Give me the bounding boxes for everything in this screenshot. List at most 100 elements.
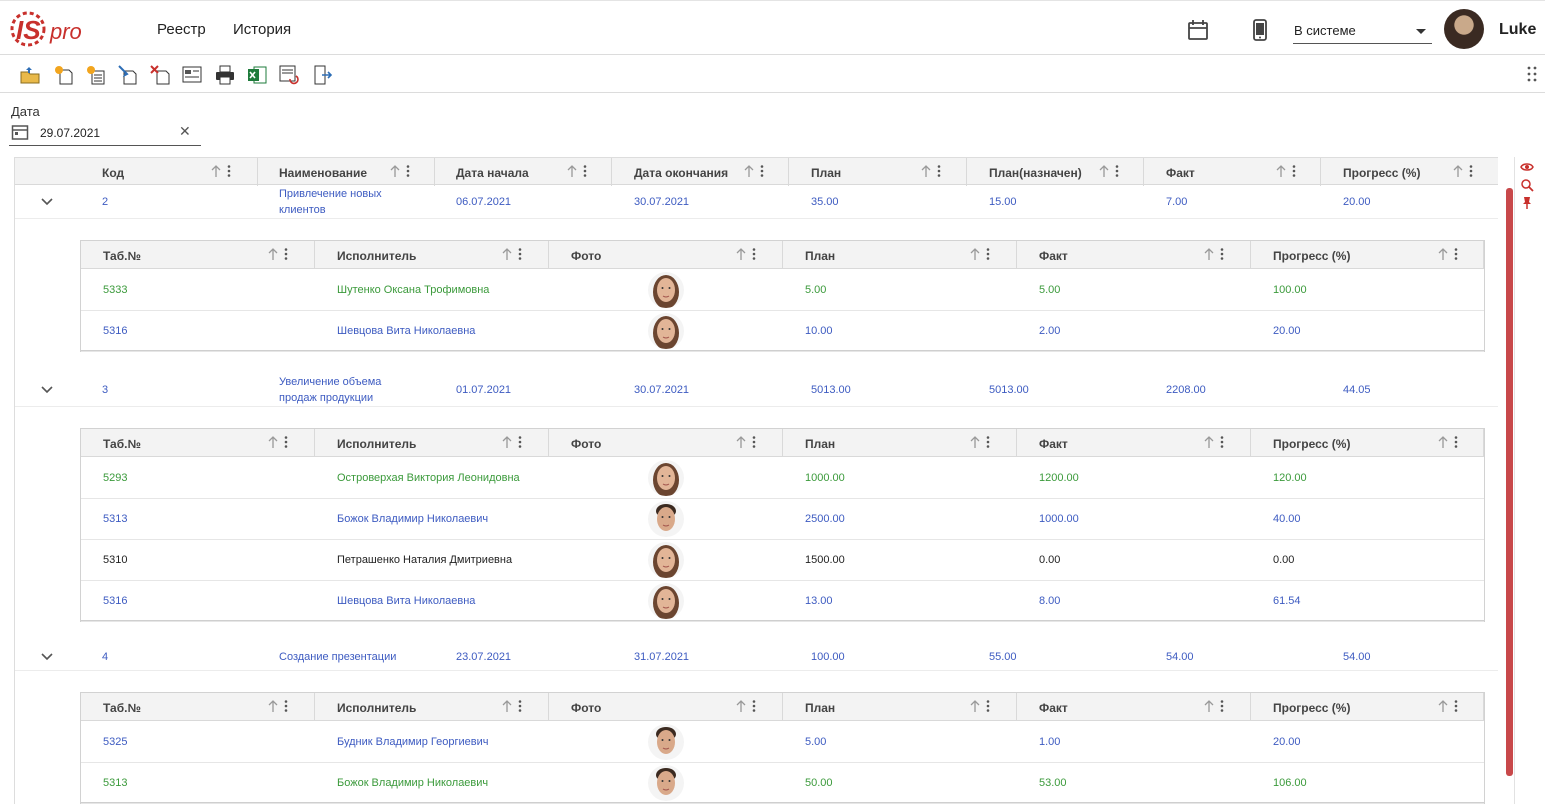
user-name[interactable]: Luke bbox=[1499, 21, 1536, 39]
column-menu-icon[interactable] bbox=[518, 700, 522, 712]
column-menu-icon[interactable] bbox=[1115, 165, 1119, 177]
performer-name[interactable]: Божок Владимир Николаевич bbox=[337, 777, 488, 789]
sort-arrow-icon[interactable] bbox=[267, 699, 279, 713]
calendar-icon[interactable] bbox=[1186, 18, 1210, 42]
eye-icon[interactable] bbox=[1520, 160, 1534, 174]
performer-row[interactable]: 5293 Островерхая Виктория Леонидовна 1000.… bbox=[81, 458, 1484, 499]
sort-arrow-icon[interactable] bbox=[210, 164, 222, 178]
sort-arrow-icon[interactable] bbox=[743, 164, 755, 178]
column-header[interactable]: Фото bbox=[549, 693, 783, 721]
column-header[interactable]: Исполнитель bbox=[315, 241, 549, 269]
more-options-icon[interactable] bbox=[1527, 66, 1537, 82]
performer-name[interactable]: Шутенко Оксана Трофимовна bbox=[337, 284, 489, 296]
column-menu-icon[interactable] bbox=[752, 248, 756, 260]
performer-tab[interactable]: 5310 bbox=[103, 554, 127, 566]
vertical-scrollbar[interactable] bbox=[1506, 188, 1513, 776]
print-icon[interactable] bbox=[214, 64, 236, 86]
performer-tab[interactable]: 5293 bbox=[103, 472, 127, 484]
column-menu-icon[interactable] bbox=[1454, 248, 1458, 260]
performer-name[interactable]: Петрашенко Наталия Дмитриевна bbox=[337, 554, 512, 566]
column-menu-icon[interactable] bbox=[227, 165, 231, 177]
mobile-phone-icon[interactable] bbox=[1248, 18, 1272, 42]
report-icon[interactable] bbox=[181, 64, 203, 86]
sort-arrow-icon[interactable] bbox=[1098, 164, 1110, 178]
column-menu-icon[interactable] bbox=[986, 700, 990, 712]
column-menu-icon[interactable] bbox=[1220, 248, 1224, 260]
column-menu-icon[interactable] bbox=[752, 700, 756, 712]
performer-tab[interactable]: 5333 bbox=[103, 284, 127, 296]
column-header[interactable]: Таб.№ bbox=[81, 429, 315, 457]
task-row[interactable]: 4 Создание презентации 23.07.2021 31.07.202… bbox=[15, 642, 1498, 671]
column-header[interactable]: Исполнитель bbox=[315, 429, 549, 457]
column-header[interactable]: Таб.№ bbox=[81, 693, 315, 721]
edit-icon[interactable] bbox=[117, 64, 139, 86]
performer-tab[interactable]: 5313 bbox=[103, 777, 127, 789]
column-menu-icon[interactable] bbox=[406, 165, 410, 177]
excel-icon[interactable] bbox=[246, 64, 268, 86]
chevron-down-icon[interactable] bbox=[41, 652, 53, 661]
column-header[interactable]: Факт bbox=[1017, 693, 1251, 721]
column-header[interactable]: Факт bbox=[1144, 158, 1321, 186]
column-menu-icon[interactable] bbox=[752, 436, 756, 448]
sort-arrow-icon[interactable] bbox=[1275, 164, 1287, 178]
task-name[interactable]: Создание презентации bbox=[279, 649, 396, 665]
column-header[interactable]: Дата окончания bbox=[612, 158, 789, 186]
column-menu-icon[interactable] bbox=[1469, 165, 1473, 177]
export-icon[interactable] bbox=[278, 64, 300, 86]
task-row[interactable]: 3 Увеличение объема продаж продукции 01.07.… bbox=[15, 373, 1498, 407]
column-menu-icon[interactable] bbox=[986, 248, 990, 260]
sort-arrow-icon[interactable] bbox=[735, 435, 747, 449]
chevron-down-icon[interactable] bbox=[41, 198, 53, 206]
column-menu-icon[interactable] bbox=[1220, 700, 1224, 712]
performer-row[interactable]: 5316 Шевцова Вита Николаевна 10.00 2.00 20.0… bbox=[81, 311, 1484, 352]
column-header[interactable]: Прогресс (%) bbox=[1251, 693, 1484, 721]
new-document-icon[interactable] bbox=[53, 64, 75, 86]
column-menu-icon[interactable] bbox=[760, 165, 764, 177]
sort-arrow-icon[interactable] bbox=[267, 247, 279, 261]
sort-arrow-icon[interactable] bbox=[1203, 699, 1215, 713]
column-header[interactable]: Прогресс (%) bbox=[1251, 241, 1484, 269]
column-header[interactable]: План bbox=[783, 241, 1017, 269]
column-menu-icon[interactable] bbox=[1220, 436, 1224, 448]
column-menu-icon[interactable] bbox=[1292, 165, 1296, 177]
clear-date-icon[interactable]: ✕ bbox=[179, 123, 191, 140]
open-folder-icon[interactable] bbox=[19, 64, 41, 86]
performer-tab[interactable]: 5316 bbox=[103, 595, 127, 607]
column-header[interactable]: Таб.№ bbox=[81, 241, 315, 269]
sort-arrow-icon[interactable] bbox=[1203, 247, 1215, 261]
nav-history[interactable]: История bbox=[233, 21, 291, 38]
column-header[interactable]: План(назначен) bbox=[967, 158, 1144, 186]
column-header[interactable]: Прогресс (%) bbox=[1251, 429, 1484, 457]
sort-arrow-icon[interactable] bbox=[1437, 435, 1449, 449]
column-menu-icon[interactable] bbox=[1454, 700, 1458, 712]
task-code[interactable]: 3 bbox=[102, 382, 108, 398]
sort-arrow-icon[interactable] bbox=[969, 247, 981, 261]
performer-name[interactable]: Божок Владимир Николаевич bbox=[337, 513, 488, 525]
sort-arrow-icon[interactable] bbox=[1437, 699, 1449, 713]
ispro-logo[interactable]: IS pro bbox=[10, 6, 90, 52]
performer-row[interactable]: 5310 Петрашенко Наталия Дмитриевна 1500.00… bbox=[81, 540, 1484, 581]
avatar[interactable] bbox=[1444, 9, 1484, 49]
task-row[interactable]: 2 Привлечение новых клиентов 06.07.2021 30.0… bbox=[15, 185, 1498, 219]
column-menu-icon[interactable] bbox=[986, 436, 990, 448]
column-header[interactable]: Фото bbox=[549, 241, 783, 269]
delete-icon[interactable] bbox=[149, 64, 171, 86]
date-filter-field[interactable]: 29.07.2021 ✕ bbox=[9, 121, 201, 146]
column-menu-icon[interactable] bbox=[1454, 436, 1458, 448]
task-code[interactable]: 4 bbox=[102, 649, 108, 665]
performer-tab[interactable]: 5325 bbox=[103, 736, 127, 748]
nav-registry[interactable]: Реестр bbox=[157, 21, 206, 38]
new-list-icon[interactable] bbox=[85, 64, 107, 86]
sort-arrow-icon[interactable] bbox=[969, 435, 981, 449]
column-menu-icon[interactable] bbox=[284, 700, 288, 712]
performer-tab[interactable]: 5316 bbox=[103, 325, 127, 337]
column-header[interactable]: План bbox=[789, 158, 967, 186]
column-header[interactable]: План bbox=[783, 693, 1017, 721]
pin-icon[interactable] bbox=[1520, 196, 1534, 210]
column-menu-icon[interactable] bbox=[937, 165, 941, 177]
performer-name[interactable]: Будник Владимир Георгиевич bbox=[337, 736, 489, 748]
column-header[interactable]: Дата начала bbox=[435, 158, 612, 186]
exit-icon[interactable] bbox=[311, 64, 333, 86]
sort-arrow-icon[interactable] bbox=[1452, 164, 1464, 178]
column-menu-icon[interactable] bbox=[518, 248, 522, 260]
